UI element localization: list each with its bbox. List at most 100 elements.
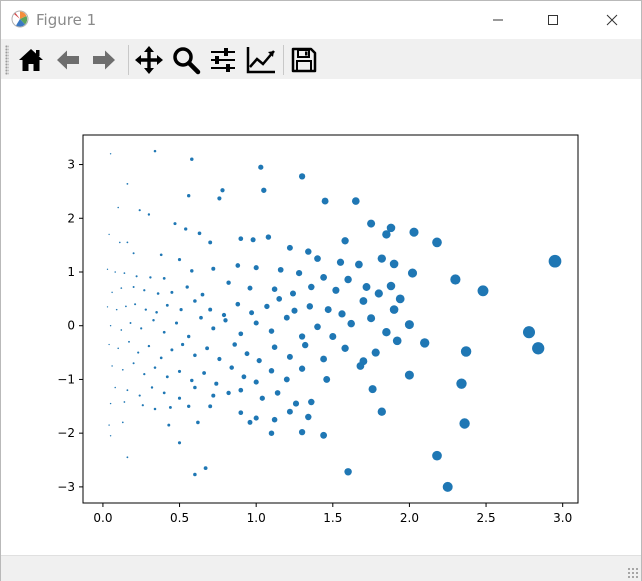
scatter-point: [208, 240, 213, 245]
scatter-point: [253, 415, 259, 421]
scatter-point: [459, 418, 470, 429]
scatter-plot[interactable]: 0.0 0.5 1.0 1.5 2.0 2.5 3.0 −3 −2 −1 0 1 2 3: [1, 79, 641, 555]
toolbar-grip[interactable]: [5, 45, 9, 75]
forward-button[interactable]: [87, 43, 121, 77]
close-button[interactable]: [585, 1, 639, 39]
scatter-point: [256, 358, 262, 364]
scatter-point: [208, 404, 213, 409]
scatter-point: [320, 431, 328, 439]
save-button[interactable]: [287, 43, 321, 77]
arrow-left-icon: [57, 50, 79, 70]
scatter-point: [367, 314, 376, 323]
scatter-point: [409, 227, 419, 237]
scatter-point: [386, 281, 396, 291]
scatter-point: [149, 276, 152, 279]
edit-axis-button[interactable]: [244, 43, 278, 77]
pan-button[interactable]: [132, 43, 166, 77]
scatter-point: [229, 365, 234, 370]
scatter-point: [174, 321, 179, 325]
scatter-point: [162, 391, 166, 395]
scatter-point: [341, 237, 349, 245]
scatter-point: [392, 336, 402, 346]
scatter-point: [177, 258, 182, 262]
figure-canvas[interactable]: 0.0 0.5 1.0 1.5 2.0 2.5 3.0 −3 −2 −1 0 1 2 3: [1, 79, 641, 555]
y-tick-label: −2: [57, 426, 75, 440]
scatter-point: [123, 401, 126, 403]
zoom-button[interactable]: [169, 43, 203, 77]
axes-frame: [82, 134, 579, 504]
scatter-point: [359, 297, 368, 305]
scatter-point: [404, 370, 414, 380]
scatter-point: [138, 394, 141, 397]
scatter-point: [460, 346, 472, 357]
y-tick-label: −1: [57, 372, 75, 386]
scatter-point: [109, 325, 112, 327]
scatter-point: [153, 407, 157, 411]
scatter-point: [109, 153, 112, 155]
home-button[interactable]: [14, 43, 48, 77]
scatter-point: [159, 253, 163, 257]
scatter-point: [324, 306, 332, 314]
scatter-point: [276, 296, 283, 302]
title-bar[interactable]: Figure 1: [1, 1, 641, 39]
scatter-point: [109, 402, 112, 405]
scatter-point: [298, 428, 306, 436]
toolbar-separator: [128, 45, 129, 75]
scatter-point: [211, 266, 216, 271]
scatter-point: [314, 323, 321, 331]
scatter-point: [117, 347, 119, 350]
scatter-point: [253, 379, 259, 385]
scatter-point: [184, 227, 188, 231]
scatter-point: [298, 333, 306, 340]
scatter-point: [185, 285, 189, 289]
scatter-point: [106, 306, 109, 308]
scatter-point: [432, 237, 442, 248]
scatter-point: [338, 310, 346, 318]
minimize-button[interactable]: [471, 1, 525, 39]
resize-grip-icon[interactable]: [627, 567, 639, 579]
back-button[interactable]: [51, 43, 85, 77]
scatter-point: [235, 263, 241, 268]
minimize-icon: [493, 19, 503, 21]
status-bar: [1, 555, 641, 581]
scatter-point: [247, 419, 253, 425]
scatter-point: [347, 319, 355, 328]
x-tick-label: 1.5: [323, 511, 342, 525]
close-icon: [606, 14, 618, 26]
scatter-point: [120, 329, 123, 331]
scatter-point: [362, 283, 371, 291]
scatter-point: [203, 466, 208, 471]
scatter-point: [170, 290, 174, 294]
sliders-icon: [211, 48, 235, 72]
scatter-point: [199, 315, 203, 320]
scatter-point: [321, 197, 329, 205]
scatter-point: [205, 346, 210, 351]
scatter-point: [177, 396, 182, 400]
scatter-point: [305, 413, 312, 421]
scatter-point: [126, 456, 129, 459]
scatter-point: [292, 400, 300, 407]
scatter-point: [117, 206, 119, 209]
scatter-point: [134, 303, 137, 306]
scatter-point: [128, 340, 130, 343]
scatter-point: [125, 305, 127, 308]
scatter-point: [404, 320, 414, 330]
scatter-point: [167, 423, 171, 427]
configure-subplots-button[interactable]: [206, 43, 240, 77]
scatter-point: [197, 231, 202, 236]
scatter-point: [129, 322, 132, 324]
scatter-point: [109, 435, 112, 437]
maximize-button[interactable]: [526, 1, 580, 39]
scatter-point: [153, 366, 157, 369]
scatter-point: [196, 420, 200, 425]
scatter-point: [173, 222, 177, 226]
scatter-point: [121, 368, 124, 371]
scatter-point: [320, 355, 328, 363]
scatter-point: [277, 266, 284, 273]
scatter-point: [258, 164, 264, 170]
scatter-point: [168, 405, 172, 409]
scatter-point: [336, 258, 345, 266]
scatter-point: [389, 259, 399, 269]
scatter-point: [283, 376, 290, 383]
scatter-point: [456, 378, 467, 389]
